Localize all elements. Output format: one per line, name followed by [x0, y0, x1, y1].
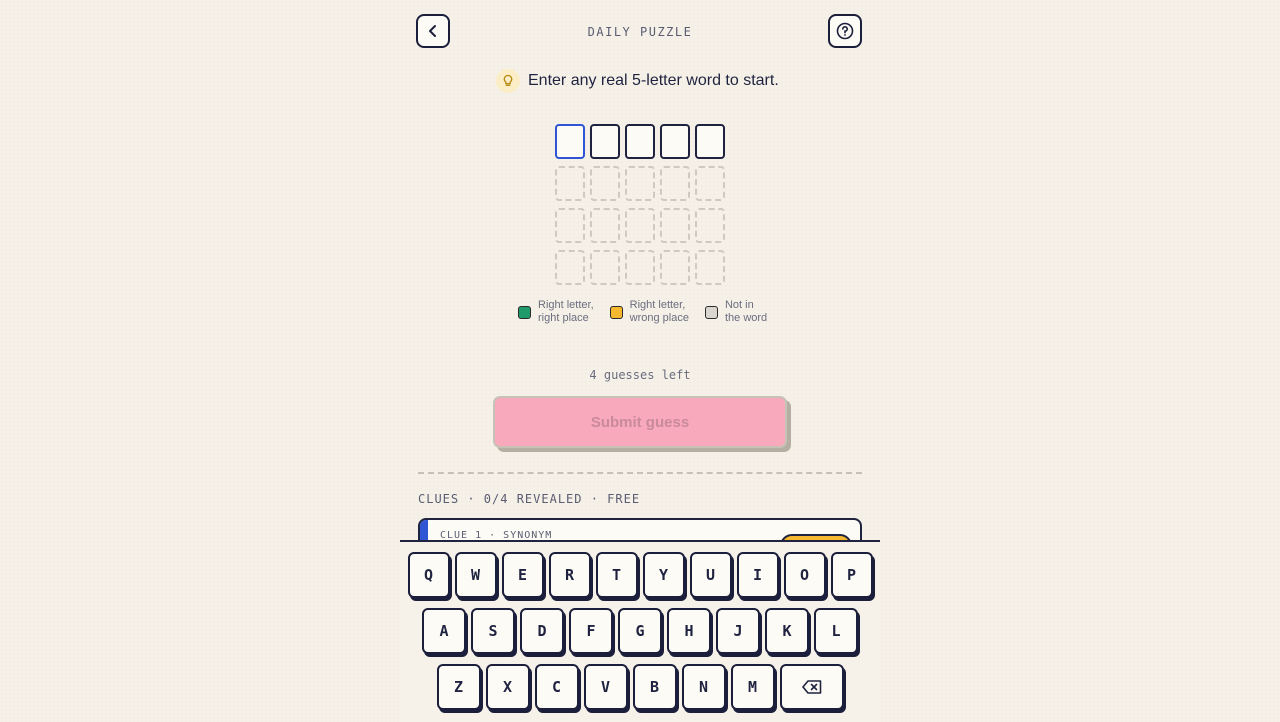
legend-item-correct: Right letter, right place [518, 299, 594, 325]
key-z[interactable]: Z [436, 664, 481, 710]
guess-row-empty [555, 250, 725, 285]
key-n[interactable]: N [681, 664, 726, 710]
key-d[interactable]: D [520, 608, 564, 654]
guesses-left: 4 guesses left [589, 368, 691, 382]
key-g[interactable]: G [618, 608, 662, 654]
key-r[interactable]: R [548, 552, 591, 598]
keyboard-row-3: Z X C V B N M [400, 664, 880, 710]
key-s[interactable]: S [471, 608, 515, 654]
key-i[interactable]: I [736, 552, 779, 598]
page-title: DAILY PUZZLE [587, 25, 693, 39]
legend-item-present: Right letter, wrong place [609, 299, 689, 325]
key-c[interactable]: C [534, 664, 579, 710]
key-p[interactable]: P [830, 552, 873, 598]
key-a[interactable]: A [422, 608, 466, 654]
letter-tile[interactable] [695, 124, 725, 159]
key-b[interactable]: B [632, 664, 677, 710]
clues-header: CLUES · 0/4 REVEALED · FREE [418, 492, 641, 506]
letter-tile-empty [660, 166, 690, 201]
letter-tile-empty [695, 166, 725, 201]
key-m[interactable]: M [730, 664, 775, 710]
key-k[interactable]: K [765, 608, 809, 654]
guess-row-empty [555, 166, 725, 201]
letter-tile[interactable] [660, 124, 690, 159]
letter-tile-empty [625, 166, 655, 201]
guess-row-empty [555, 208, 725, 243]
keyboard-row-1: Q W E R T Y U I O P [400, 552, 880, 598]
divider [418, 472, 862, 474]
help-button[interactable] [828, 14, 862, 48]
key-h[interactable]: H [667, 608, 711, 654]
letter-tile-empty [590, 208, 620, 243]
backspace-icon [801, 680, 821, 694]
legend-swatch-gray [704, 305, 718, 319]
key-j[interactable]: J [716, 608, 760, 654]
game-column: DAILY PUZZLE Enter any real 5-letter wor… [400, 0, 880, 722]
legend-swatch-yellow [609, 305, 623, 319]
letter-tile[interactable] [625, 124, 655, 159]
letter-tile-focused[interactable] [555, 124, 585, 159]
on-screen-keyboard: Q W E R T Y U I O P A S D F G H J K L Z … [400, 540, 880, 722]
letter-tile-empty [695, 208, 725, 243]
legend-swatch-green [518, 305, 531, 319]
letter-tile-empty [555, 250, 585, 285]
key-w[interactable]: W [454, 552, 497, 598]
letter-tile[interactable] [590, 124, 620, 159]
backspace-key[interactable] [779, 664, 844, 710]
key-e[interactable]: E [501, 552, 544, 598]
question-circle-icon [836, 22, 854, 40]
key-l[interactable]: L [814, 608, 858, 654]
legend-item-absent: Not in the word [704, 299, 768, 325]
color-legend: Right letter, right place Right letter, … [518, 299, 783, 325]
letter-tile-empty [590, 250, 620, 285]
letter-tile-empty [625, 250, 655, 285]
key-x[interactable]: X [485, 664, 530, 710]
letter-tile-empty [695, 250, 725, 285]
legend-label: Not in the word [724, 299, 768, 324]
letter-tile-empty [590, 166, 620, 201]
letter-tile-empty [555, 166, 585, 201]
key-q[interactable]: Q [407, 552, 450, 598]
letter-tile-empty [625, 208, 655, 243]
lightbulb-icon [496, 69, 520, 93]
legend-label: Right letter, right place [538, 299, 594, 324]
letter-tile-empty [555, 208, 585, 243]
key-o[interactable]: O [783, 552, 826, 598]
hint-text: Enter any real 5-letter word to start. [528, 72, 779, 89]
keyboard-row-2: A S D F G H J K L [400, 608, 880, 654]
legend-label: Right letter, wrong place [629, 299, 689, 324]
key-f[interactable]: F [569, 608, 613, 654]
key-t[interactable]: T [595, 552, 638, 598]
guess-row-current [555, 124, 725, 159]
guess-grid [555, 124, 725, 292]
key-v[interactable]: V [583, 664, 628, 710]
letter-tile-empty [660, 208, 690, 243]
key-y[interactable]: Y [642, 552, 685, 598]
submit-guess-button[interactable]: Submit guess [493, 396, 787, 448]
hint: Enter any real 5-letter word to start. [496, 68, 779, 94]
key-u[interactable]: U [689, 552, 732, 598]
letter-tile-empty [660, 250, 690, 285]
